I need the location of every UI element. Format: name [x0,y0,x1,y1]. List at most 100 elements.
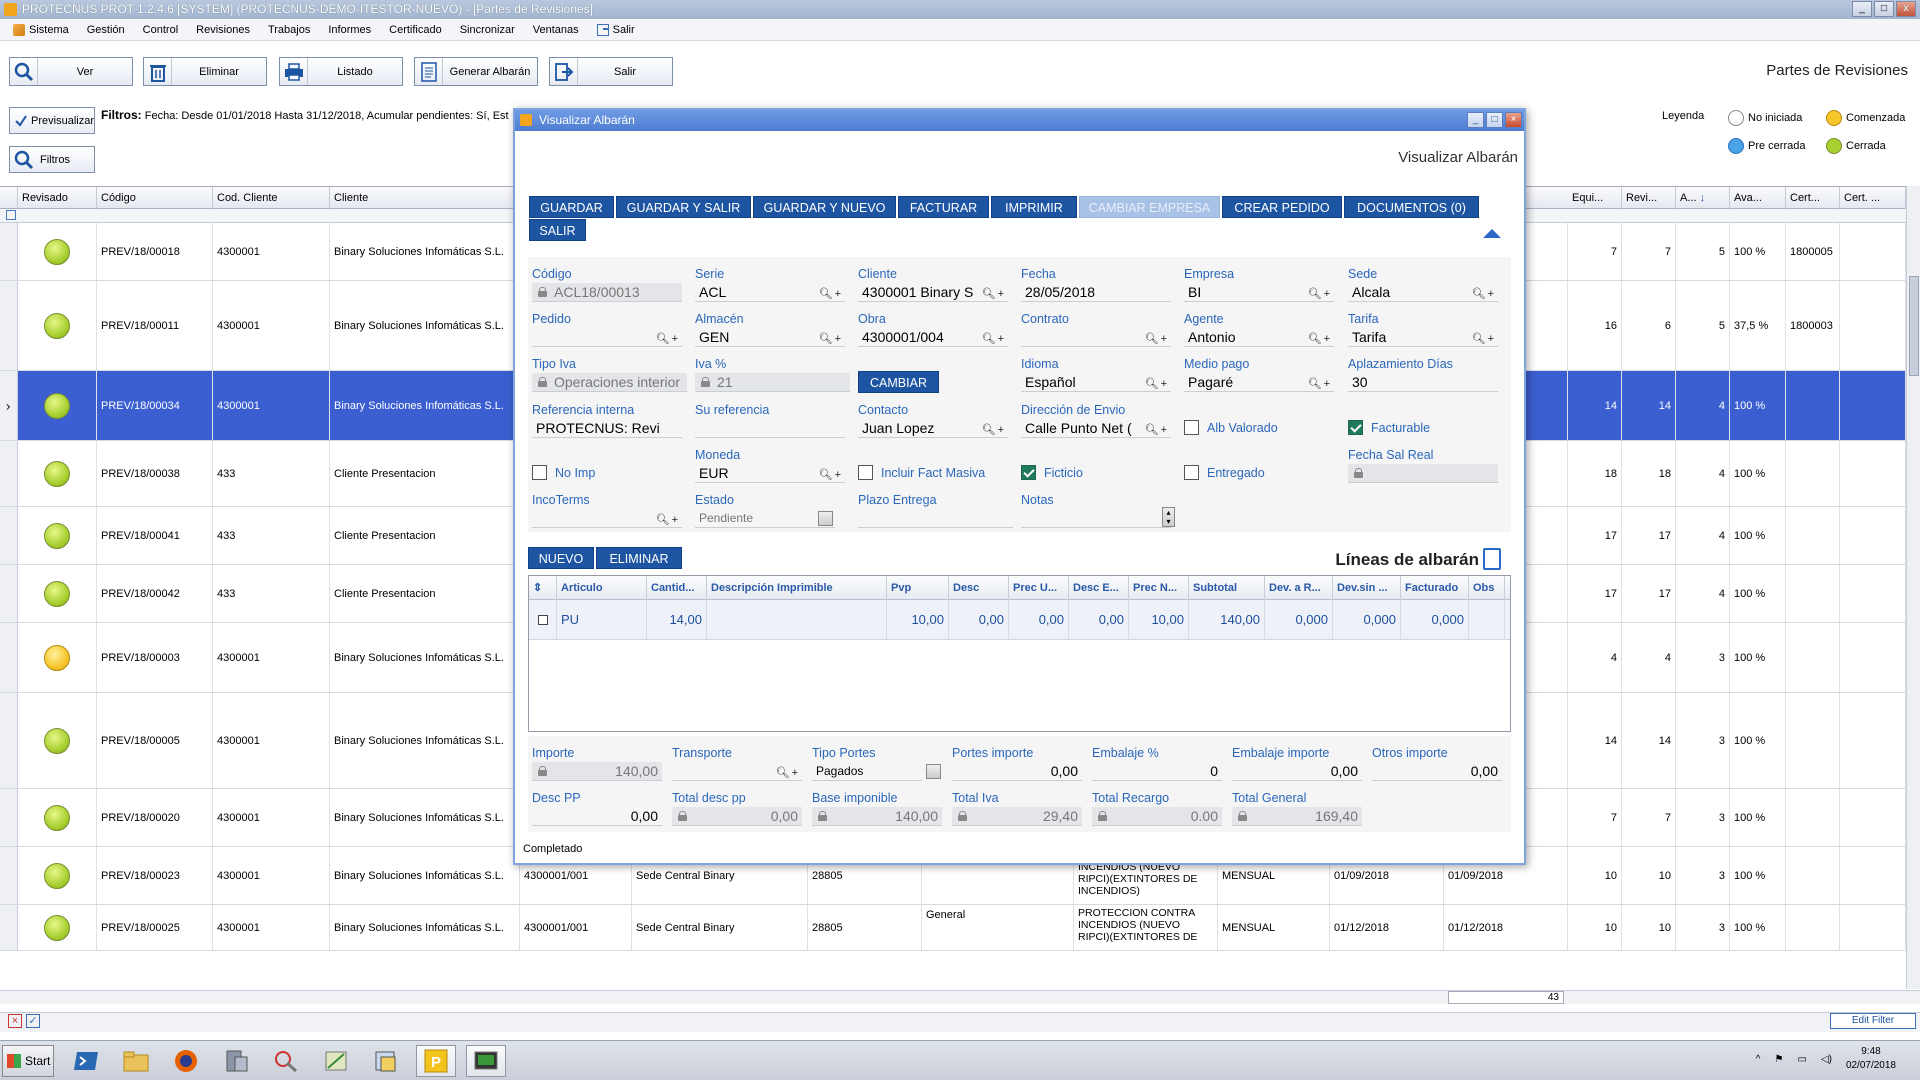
tray-arrow-icon[interactable]: ^ [1756,1054,1761,1065]
cell-a[interactable]: 3 [1676,847,1730,904]
cell-cliente[interactable]: Binary Soluciones Infomáticas S.L. [330,693,520,788]
export-icon[interactable] [1483,548,1501,570]
server-icon[interactable] [216,1045,256,1077]
col-facturado[interactable]: Facturado [1401,576,1469,600]
menu-sistema[interactable]: Sistema [4,23,78,36]
cell-a[interactable]: 3 [1676,905,1730,950]
cell-codigo[interactable]: PREV/18/00020 [97,789,213,846]
col-revisado[interactable]: Revisado [18,187,97,209]
cell-codigo[interactable]: PREV/18/00038 [97,441,213,506]
crear-pedido-button[interactable]: CREAR PEDIDO [1222,196,1342,218]
cell-codigo[interactable]: PREV/18/00011 [97,281,213,370]
plazo-entrega-input[interactable] [858,509,1013,528]
col-cert-2[interactable]: Cert. ... [1840,187,1906,209]
serie-input[interactable]: ACL 🔍︎+ [695,283,845,302]
cell-status[interactable] [18,847,97,904]
incoterms-input[interactable]: 🔍︎+ [532,509,682,528]
salir-dialog-button[interactable]: SALIR [529,219,586,241]
cell-f1[interactable]: 01/12/2018 [1330,905,1444,950]
cell-revi[interactable]: 17 [1622,565,1676,622]
col-articulo[interactable]: Articulo [557,576,647,600]
cell-revi[interactable]: 18 [1622,441,1676,506]
cell-cert2[interactable] [1840,623,1906,692]
cell-cert2[interactable] [1840,281,1906,370]
embalaje-importe-input[interactable]: 0,00 [1232,762,1362,781]
entregado-checkbox[interactable]: Entregado [1184,465,1265,480]
cell-ava[interactable]: 100 % [1730,693,1786,788]
cell-equi[interactable]: 16 [1568,281,1622,370]
no-imp-checkbox[interactable]: No Imp [532,465,595,480]
col-cliente[interactable]: Cliente [330,187,520,209]
terminal-icon[interactable] [466,1045,506,1077]
guardar-y-salir-button[interactable]: GUARDAR Y SALIR [616,196,751,218]
linea-cantidad[interactable]: 14,00 [647,600,707,640]
volume-icon[interactable]: ◁) [1821,1054,1832,1065]
cell-a[interactable]: 4 [1676,371,1730,440]
linea-descripcion[interactable] [707,600,887,640]
database-icon[interactable] [366,1045,406,1077]
filter-icon[interactable] [6,210,16,220]
firefox-icon[interactable] [166,1045,206,1077]
cell-ava[interactable]: 100 % [1730,905,1786,950]
cell-cod-cliente[interactable]: 4300001 [213,623,330,692]
dialog-minimize-button[interactable]: _ [1467,112,1484,128]
ver-button[interactable]: Ver [9,57,133,86]
cell-cliente[interactable]: Cliente Presentacion [330,565,520,622]
linea-articulo[interactable]: PU [557,600,647,640]
tarifa-input[interactable]: Tarifa 🔍︎+ [1348,328,1498,347]
direccion-input[interactable]: Calle Punto Net (🔍︎+ [1021,419,1171,438]
imprimir-button[interactable]: IMPRIMIR [991,196,1077,218]
cell-cliente[interactable]: Cliente Presentacion [330,441,520,506]
cell-status[interactable] [18,223,97,280]
generar-albaran-button[interactable]: Generar Albarán [414,57,538,86]
almacen-input[interactable]: GEN 🔍︎+ [695,328,845,347]
menu-salir[interactable]: Salir [588,23,644,36]
empresa-input[interactable]: BI 🔍︎+ [1184,283,1334,302]
cell-revi[interactable]: 7 [1622,789,1676,846]
contrato-input[interactable]: 🔍︎+ [1021,328,1171,347]
cell-status[interactable] [18,789,97,846]
col-desc-e[interactable]: Desc E... [1069,576,1129,600]
col-prec-u[interactable]: Prec U... [1009,576,1069,600]
menu-gestion[interactable]: Gestión [78,24,134,36]
powershell-icon[interactable] [66,1045,106,1077]
estado-select[interactable]: Pendiente [695,509,835,528]
cell-cert[interactable] [1786,565,1840,622]
dialog-maximize-button[interactable]: □ [1486,112,1503,128]
cell-codigo[interactable]: PREV/18/00018 [97,223,213,280]
agente-input[interactable]: Antonio 🔍︎+ [1184,328,1334,347]
minimize-button[interactable]: _ [1852,1,1872,17]
cell-revi[interactable]: 14 [1622,693,1676,788]
cell-a[interactable]: 4 [1676,565,1730,622]
cell-equi[interactable]: 10 [1568,905,1622,950]
cell-ava[interactable]: 100 % [1730,789,1786,846]
cell-cert[interactable] [1786,693,1840,788]
cell-cert[interactable] [1786,371,1840,440]
cell-status[interactable] [18,371,97,440]
row-marker[interactable] [0,565,18,622]
cell-sede[interactable]: Sede Central Binary [632,905,808,950]
col-revisiones[interactable]: Revi... [1622,187,1676,209]
cell-codigo[interactable]: PREV/18/00025 [97,905,213,950]
cell-revi[interactable]: 17 [1622,507,1676,564]
cell-cert2[interactable] [1840,223,1906,280]
cell-cp[interactable]: 28805 [808,905,922,950]
eliminar-button[interactable]: Eliminar [143,57,267,86]
documentos-button[interactable]: DOCUMENTOS (0) [1344,196,1479,218]
cell-status[interactable] [18,905,97,950]
cell-equi[interactable]: 7 [1568,223,1622,280]
col-pvp[interactable]: Pvp [887,576,949,600]
cell-codigo[interactable]: PREV/18/00034 [97,371,213,440]
cell-revi[interactable]: 7 [1622,223,1676,280]
cell-cod-cliente[interactable]: 433 [213,507,330,564]
eliminar-linea-button[interactable]: ELIMINAR [596,547,682,569]
fecha-input[interactable]: 28/05/2018 [1021,283,1171,302]
cell-cod-cliente[interactable]: 4300001 [213,905,330,950]
cell-cliente[interactable]: Binary Soluciones Infomáticas S.L. [330,281,520,370]
cell-a[interactable]: 3 [1676,789,1730,846]
nuevo-linea-button[interactable]: NUEVO [528,547,594,569]
filter-check-icon[interactable]: ✓ [26,1014,40,1028]
cell-revi[interactable]: 6 [1622,281,1676,370]
cell-tipo[interactable]: General [922,905,1074,950]
cell-a[interactable]: 3 [1676,623,1730,692]
